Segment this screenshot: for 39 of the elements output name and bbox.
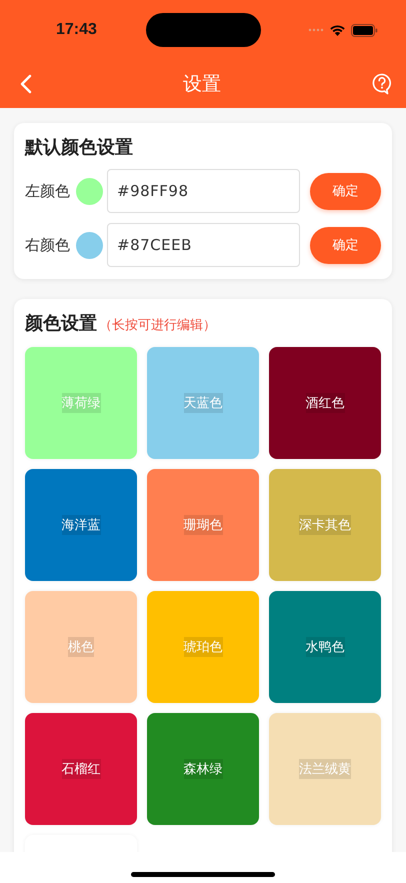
hex-input-field[interactable]: #98FF98 (107, 169, 300, 213)
color-tile[interactable]: 桃色 (25, 591, 137, 703)
color-tile[interactable]: 水鸭色 (269, 591, 381, 703)
page-title: 设置 (183, 72, 221, 97)
color-tile[interactable]: 珊瑚色 (147, 469, 259, 581)
color-name: 森林绿 (184, 759, 222, 779)
signal-icon (308, 28, 324, 32)
battery-icon (351, 24, 378, 36)
color-name: 酒红色 (306, 393, 344, 413)
color-name: 石榴红 (62, 759, 100, 779)
color-name: 琥珀色 (184, 637, 222, 657)
color-tile[interactable]: 琥珀色 (147, 591, 259, 703)
color-name: 珊瑚色 (184, 515, 222, 535)
back-icon[interactable] (20, 74, 32, 94)
color-name: 天蓝色 (184, 393, 222, 413)
hint-text: （长按可进行编辑） (99, 317, 216, 334)
color-tile[interactable]: 森林绿 (147, 713, 259, 825)
color-tile[interactable]: 法兰绒黄 (269, 713, 381, 825)
wifi-icon (329, 24, 346, 36)
color-tile[interactable]: 酒红色 (269, 347, 381, 459)
color-tile[interactable]: 深卡其色 (269, 469, 381, 581)
color-name: 水鸭色 (306, 637, 344, 657)
color-name: 深卡其色 (299, 515, 351, 535)
section-title: 默认颜色设置 (25, 137, 133, 158)
color-label: 左颜色 (25, 182, 70, 200)
color-name: 海洋蓝 (62, 515, 100, 535)
color-name: 法兰绒黄 (299, 759, 351, 779)
confirm-button[interactable]: 确定 (310, 172, 381, 210)
color-name: 桃色 (68, 637, 94, 657)
help-icon[interactable] (372, 73, 392, 95)
color-name: 薄荷绿 (62, 393, 100, 413)
color-tile[interactable]: 海洋蓝 (25, 469, 137, 581)
hex-input-field[interactable]: #87CEEB (107, 223, 300, 267)
confirm-button[interactable]: 确定 (310, 226, 381, 264)
section-title: 颜色设置 (25, 312, 97, 335)
color-tile[interactable]: 天蓝色 (147, 347, 259, 459)
status-time: 17:43 (56, 21, 97, 39)
color-tile[interactable]: 石榴红 (25, 713, 137, 825)
color-label: 右颜色 (25, 236, 70, 254)
